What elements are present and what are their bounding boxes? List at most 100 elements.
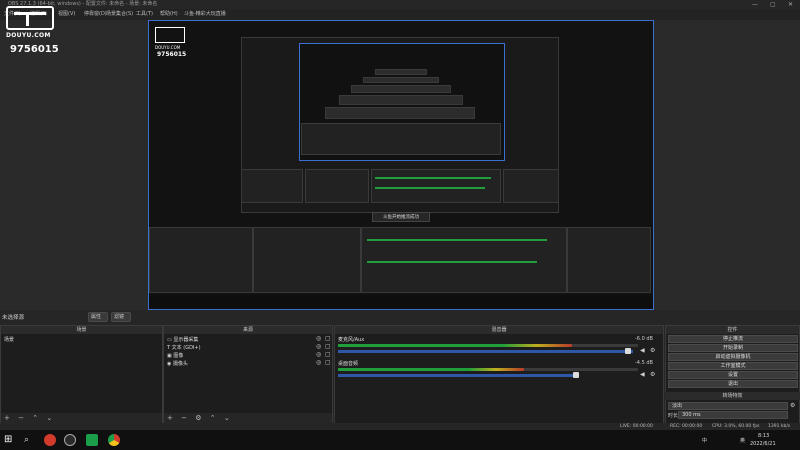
stream-status-toast: 斗鱼开始推流成功 bbox=[372, 212, 430, 222]
menu-scene-collection[interactable]: 场景集合(S) bbox=[106, 9, 133, 20]
mixer-dock-title: 混音器 bbox=[335, 326, 663, 334]
preview-recursion-5 bbox=[325, 107, 475, 119]
lock-icon[interactable]: ▢ bbox=[325, 351, 331, 358]
menu-tools[interactable]: 工具(T) bbox=[136, 9, 153, 20]
lock-icon[interactable]: ▢ bbox=[325, 335, 331, 342]
source-item-camera[interactable]: ◉ 摄像头 bbox=[167, 360, 188, 367]
source-item-display[interactable]: ▭ 显示器采集 bbox=[167, 336, 198, 343]
chrome-icon[interactable] bbox=[108, 434, 120, 446]
live-timer: LIVE: 00:00:00 bbox=[620, 424, 653, 429]
preview-recursion-2 bbox=[363, 77, 439, 83]
visibility-eye-icon[interactable]: ◎ bbox=[316, 351, 321, 358]
cpu-fps: CPU: 3.0%, 60.00 fps bbox=[712, 424, 760, 429]
mixer-channel-db: -6.0 dB bbox=[635, 336, 653, 342]
remove-scene-icon[interactable]: − bbox=[18, 414, 24, 422]
speaker-icon[interactable]: ◀ bbox=[640, 347, 645, 354]
transition-select[interactable]: 淡出 bbox=[668, 402, 788, 410]
gear-icon[interactable]: ⚙ bbox=[650, 371, 655, 378]
volume-slider-handle[interactable] bbox=[573, 372, 579, 378]
volume-slider[interactable] bbox=[338, 374, 578, 377]
visibility-eye-icon[interactable]: ◎ bbox=[316, 335, 321, 342]
sources-dock: 来源 ▭ 显示器采集 T 文本 (GDI+) ▣ 图像 ◉ 摄像头 ◎ ▢ ◎ … bbox=[163, 325, 333, 424]
preview-nested-controls bbox=[503, 169, 559, 203]
preview-recursion-4 bbox=[339, 95, 463, 105]
preview-logo-text: DOUYU.COM bbox=[155, 45, 181, 50]
exit-button[interactable]: 退出 bbox=[668, 380, 798, 388]
move-up-icon[interactable]: ⌃ bbox=[32, 414, 38, 422]
stop-streaming-button[interactable]: 停止推流 bbox=[668, 335, 798, 343]
gear-icon[interactable]: ⚙ bbox=[650, 347, 655, 354]
duration-input[interactable]: 300 ms bbox=[678, 411, 788, 419]
preview-canvas[interactable]: DOUYU.COM 9756015 bbox=[148, 20, 654, 310]
add-scene-icon[interactable]: + bbox=[4, 414, 10, 422]
minimize-icon[interactable]: — bbox=[752, 0, 758, 9]
search-icon[interactable]: ⌕ bbox=[24, 434, 36, 446]
scenes-dock: 场景 场景 + − ⌃ ⌄ bbox=[0, 325, 163, 424]
settings-button[interactable]: 设置 bbox=[668, 371, 798, 379]
room-id: 9756015 bbox=[10, 44, 59, 55]
start-virtual-camera-button[interactable]: 启动虚拟摄像机 bbox=[668, 353, 798, 361]
volume-slider-handle[interactable] bbox=[625, 348, 631, 354]
mixer-dock: 混音器 麦克风/Aux -6.0 dB ◀ ⚙ 桌面音频 -4.5 dB ◀ ⚙ bbox=[334, 325, 664, 424]
clock-time[interactable]: 8:13 bbox=[758, 433, 769, 439]
gear-icon[interactable]: ⚙ bbox=[790, 402, 795, 409]
transition-selected: 淡出 bbox=[672, 403, 683, 409]
preview-room-id: 9756015 bbox=[157, 51, 187, 58]
remove-source-icon[interactable]: − bbox=[181, 414, 187, 422]
menu-view[interactable]: 视图(V) bbox=[58, 9, 75, 20]
rec-timer: REC: 00:00:00 bbox=[670, 424, 703, 429]
menu-douyu[interactable]: 斗鱼-精彩大玩直播 bbox=[184, 9, 226, 20]
clock-date[interactable]: 2022/6/21 bbox=[750, 441, 776, 447]
filters-button[interactable]: 滤镜 bbox=[111, 312, 131, 322]
source-item-text[interactable]: T 文本 (GDI+) bbox=[167, 344, 201, 351]
properties-button[interactable]: 属性 bbox=[88, 312, 108, 322]
status-bar: LIVE: 00:00:00 REC: 00:00:00 CPU: 3.0%, … bbox=[0, 423, 800, 430]
move-down-icon[interactable]: ⌄ bbox=[224, 414, 230, 422]
move-down-icon[interactable]: ⌄ bbox=[46, 414, 52, 422]
douyu-app-icon[interactable] bbox=[44, 434, 56, 446]
move-up-icon[interactable]: ⌃ bbox=[210, 414, 216, 422]
source-item-image[interactable]: ▣ 图像 bbox=[167, 352, 183, 359]
close-icon[interactable]: ✕ bbox=[788, 0, 793, 9]
preview-nested-meter-2 bbox=[375, 187, 485, 189]
add-source-icon[interactable]: + bbox=[167, 414, 173, 422]
preview-mid-meter-2 bbox=[367, 261, 537, 263]
language-indicator[interactable]: 英 bbox=[740, 437, 745, 444]
preview-nested-mixer bbox=[371, 169, 501, 203]
menu-help[interactable]: 帮助(H) bbox=[160, 9, 178, 20]
preview-mid-scenes bbox=[149, 227, 253, 293]
scenes-toolbar: + − ⌃ ⌄ bbox=[1, 413, 162, 423]
source-settings-icon[interactable]: ⚙ bbox=[195, 414, 201, 422]
preview-content: DOUYU.COM 9756015 bbox=[149, 21, 653, 309]
preview-nested-sources bbox=[305, 169, 369, 203]
preview-mid-mixer bbox=[361, 227, 567, 293]
sources-toolbar: + − ⚙ ⌃ ⌄ bbox=[164, 413, 332, 423]
green-app-icon[interactable] bbox=[86, 434, 98, 446]
source-label: 文本 (GDI+) bbox=[171, 345, 201, 351]
windows-start-icon[interactable]: ⊞ bbox=[4, 434, 16, 446]
visibility-eye-icon[interactable]: ◎ bbox=[316, 359, 321, 366]
visibility-eye-icon[interactable]: ◎ bbox=[316, 343, 321, 350]
mixer-channel-db: -4.5 dB bbox=[635, 360, 653, 366]
preview-recursion-6 bbox=[301, 123, 501, 155]
lock-icon[interactable]: ▢ bbox=[325, 359, 331, 366]
scene-item[interactable]: 场景 bbox=[4, 336, 14, 343]
preview-mid-sources bbox=[253, 227, 361, 293]
douyu-logo-text: DOUYU.COM bbox=[6, 32, 51, 39]
douyu-logo-mark bbox=[6, 6, 54, 30]
start-recording-button[interactable]: 开始录制 bbox=[668, 344, 798, 352]
douyu-logo: DOUYU.COM bbox=[6, 6, 54, 42]
speaker-icon[interactable]: ◀ bbox=[640, 371, 645, 378]
source-label: 显示器采集 bbox=[173, 337, 199, 343]
audio-meter-fill bbox=[338, 368, 524, 371]
bitrate: 1391 kb/s bbox=[768, 424, 791, 429]
volume-slider[interactable] bbox=[338, 350, 633, 353]
controls-dock-title: 控件 bbox=[666, 326, 799, 334]
maximize-icon[interactable]: ▢ bbox=[770, 0, 776, 9]
lock-icon[interactable]: ▢ bbox=[325, 343, 331, 350]
mixer-channel-name: 桌面音频 bbox=[338, 361, 359, 367]
menu-docks[interactable]: 停靠窗(D) bbox=[84, 9, 107, 20]
ime-indicator[interactable]: 中 bbox=[702, 437, 707, 444]
studio-mode-button[interactable]: 工作室模式 bbox=[668, 362, 798, 370]
obs-app-icon[interactable] bbox=[64, 434, 76, 446]
